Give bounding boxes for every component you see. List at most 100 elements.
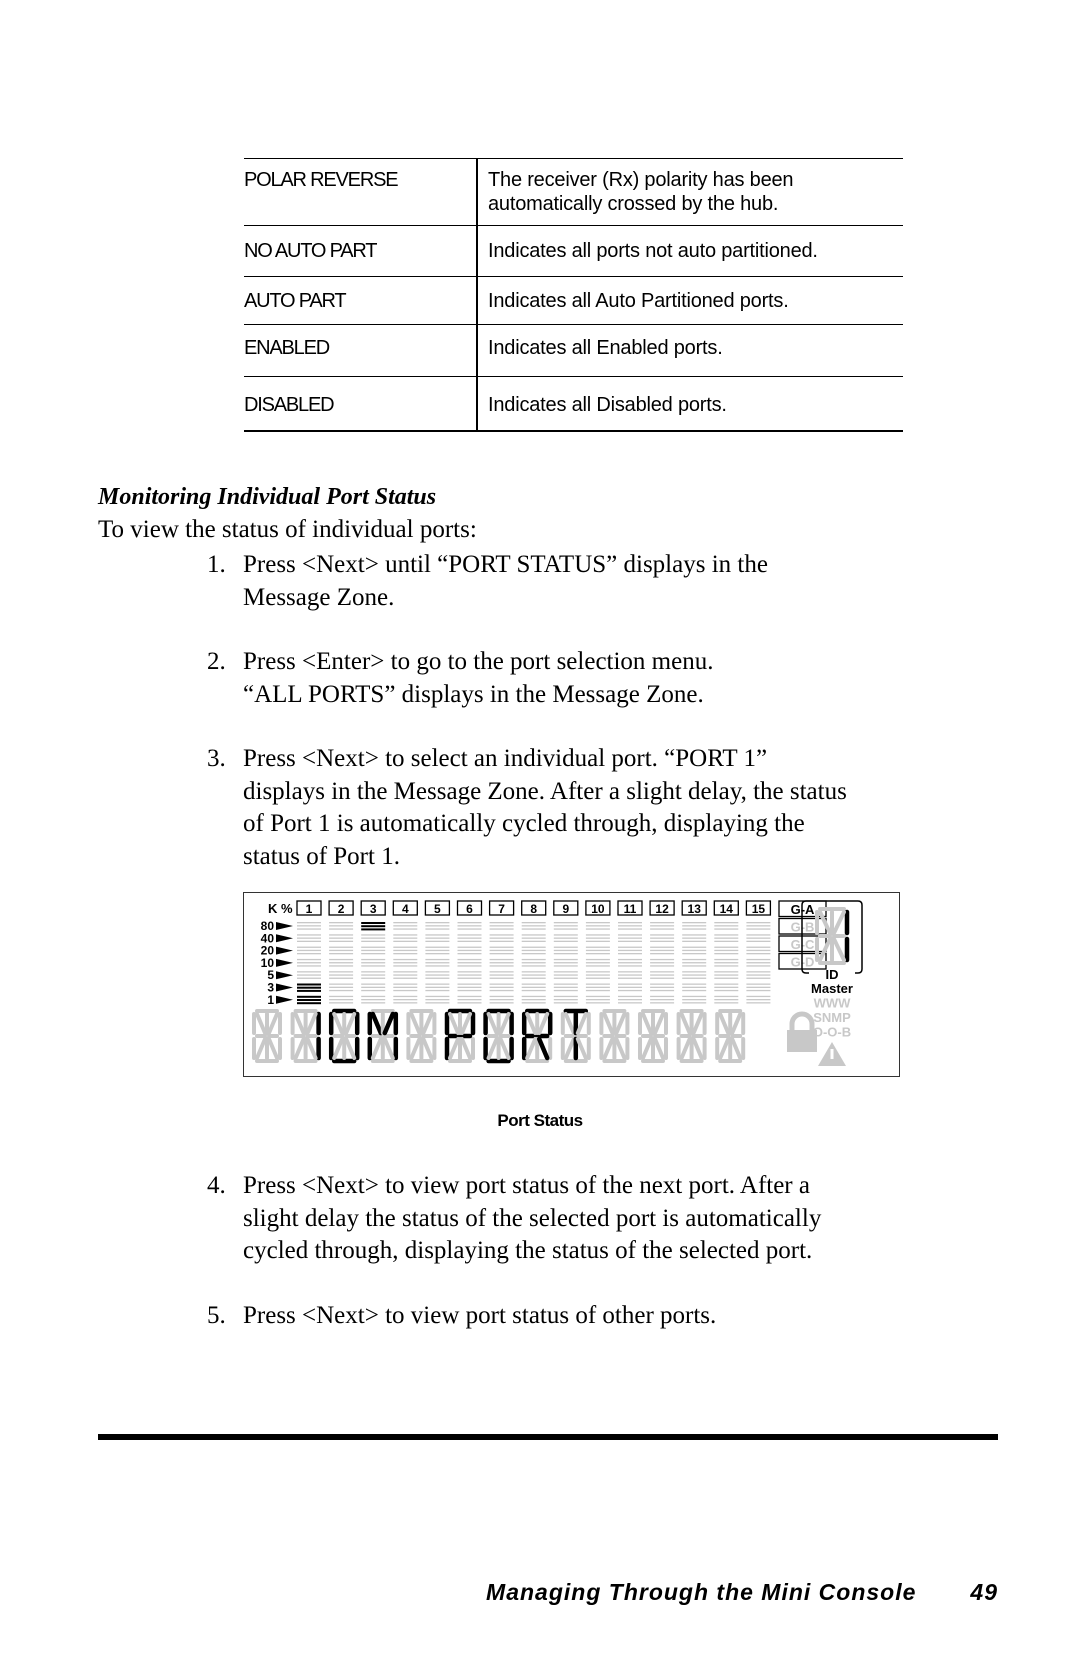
bar-segment-port-13-level-80	[682, 922, 707, 930]
bar-segment-port-1-level-1	[297, 995, 321, 1005]
group-label-G-C: G-C	[791, 937, 815, 952]
message-char-1	[290, 1009, 321, 1063]
bar-segment-port-6-level-20	[457, 946, 482, 955]
port-label-12: 12	[655, 902, 669, 916]
step-line: status of Port 1.	[243, 842, 400, 870]
bar-segment-port-4-level-80	[393, 922, 418, 930]
step-line: Press <Enter> to go to the port selectio…	[243, 648, 714, 675]
bar-segment-port-12-level-1	[650, 995, 675, 1004]
section-intro: To view the status of individual ports:	[98, 516, 477, 543]
bar-segment-port-8-level-10	[521, 958, 546, 967]
message-char-11	[676, 1009, 707, 1063]
warning-icon-mark	[830, 1049, 834, 1059]
port-label-1: 1	[306, 902, 313, 916]
bar-segment-port-8-level-5	[521, 971, 546, 979]
bar-segment-port-14-level-20	[714, 946, 739, 955]
bar-segment-port-5-level-3	[425, 983, 450, 992]
port-label-15: 15	[752, 902, 766, 916]
port-label-13: 13	[688, 902, 702, 916]
bar-segment-port-13-level-5	[682, 971, 707, 979]
port-label-10: 10	[591, 902, 605, 916]
bar-segment-port-9-level-1	[553, 995, 578, 1004]
bar-segment-port-2-level-40	[329, 934, 354, 942]
bar-segment-port-10-level-1	[585, 995, 610, 1004]
bar-segment-port-5-level-5	[425, 971, 450, 979]
port-label-8: 8	[530, 902, 537, 916]
bar-segment-port-11-level-3	[618, 983, 642, 992]
port-label-7: 7	[498, 902, 505, 916]
bar-segment-port-15-level-80	[746, 922, 771, 930]
port-label-4: 4	[402, 902, 409, 916]
step-text: Press <Next> to view port status of the …	[243, 1170, 923, 1268]
bar-segment-port-7-level-80	[489, 922, 514, 930]
step-number: 1.	[207, 551, 226, 578]
status-description: The receiver (Rx) polarity has been autom…	[476, 158, 903, 226]
page-number: 49	[970, 1579, 998, 1605]
step-line: Press <Next> to select an individual por…	[243, 745, 768, 772]
footer-title: Managing Through the Mini Console	[486, 1579, 917, 1605]
bar-segment-port-7-level-10	[489, 958, 514, 967]
bar-segment-port-15-level-1	[746, 995, 771, 1004]
message-char-4	[406, 1009, 437, 1063]
bar-segment-port-8-level-40	[521, 934, 546, 942]
bar-segment-port-3-level-1	[361, 995, 386, 1004]
bar-segment-port-10-level-5	[585, 971, 610, 979]
status-term: ENABLED	[244, 337, 330, 359]
bar-segment-port-12-level-5	[650, 971, 675, 979]
bar-segment-port-10-level-10	[585, 958, 610, 967]
bar-segment-port-9-level-20	[553, 946, 578, 955]
bar-segment-port-3-level-5	[361, 971, 386, 979]
step-number: 3.	[207, 745, 226, 772]
bar-segment-port-3-level-10	[361, 958, 386, 967]
id-label: ID	[826, 967, 839, 982]
step-text: Press <Enter> to go to the port selectio…	[243, 646, 923, 711]
step-number: 5.	[207, 1302, 226, 1329]
bar-segment-port-10-level-80	[585, 922, 610, 930]
bar-segment-port-6-level-5	[457, 971, 482, 979]
bar-segment-port-12-level-20	[650, 946, 675, 955]
port-label-6: 6	[466, 902, 473, 916]
lcd-graphic: K % 1 2 3 4 5 6 7 8 9 10 11 12 13 14 1580402010531G-AG-…	[252, 900, 863, 1066]
step-line: of Port 1 is automatically cycled throug…	[243, 810, 805, 837]
step-line: Message Zone.	[243, 583, 395, 611]
bar-segment-port-9-level-40	[553, 934, 578, 942]
bar-segment-port-7-level-3	[489, 983, 514, 992]
bar-segment-port-14-level-80	[714, 922, 739, 930]
message-char-8	[560, 1008, 591, 1063]
indicator-o-o-b: O-O-B	[813, 1025, 851, 1040]
step-line: Press <Next> to view port status of the …	[243, 1172, 810, 1199]
bar-segment-port-13-level-40	[682, 934, 707, 942]
message-char-12	[715, 1009, 746, 1063]
bar-segment-port-14-level-3	[714, 983, 739, 992]
footer-rule	[98, 1434, 998, 1440]
level-arrow-icon	[276, 934, 293, 943]
port-status-table: POLAR REVERSE The receiver (Rx) polarity…	[244, 158, 903, 432]
bar-segment-port-11-level-1	[618, 995, 642, 1004]
section-heading: Monitoring Individual Port Status	[98, 484, 437, 510]
table-row: POLAR REVERSE The receiver (Rx) polarity…	[244, 158, 903, 226]
port-label-5: 5	[434, 902, 441, 916]
indicator-master: Master	[811, 981, 853, 996]
page-footer: Managing Through the Mini Console 49	[486, 1579, 998, 1606]
bar-segment-port-3-level-3	[361, 983, 386, 992]
level-arrow-icon	[276, 922, 293, 930]
bar-segment-port-4-level-40	[393, 934, 418, 942]
bar-segment-port-10-level-3	[585, 983, 610, 992]
bar-segment-port-8-level-1	[521, 995, 546, 1004]
step-text: Press <Next> until “PORT STATUS” display…	[243, 549, 923, 614]
bar-segment-port-8-level-3	[521, 983, 546, 992]
port-label-11: 11	[624, 902, 637, 916]
bar-segment-port-4-level-20	[393, 946, 418, 955]
bar-segment-port-3-level-20	[361, 946, 386, 955]
bar-segment-port-2-level-80	[329, 922, 354, 930]
bar-segment-port-2-level-10	[329, 958, 354, 967]
bar-segment-port-11-level-20	[618, 946, 642, 955]
status-term: NO AUTO PART	[244, 240, 378, 262]
bar-segment-port-6-level-3	[457, 983, 482, 992]
table-row: AUTO PART Indicates all Auto Partitioned…	[244, 276, 903, 325]
description-line: The receiver (Rx) polarity has been	[488, 169, 794, 191]
status-description: Indicates all Enabled ports.	[476, 324, 903, 377]
bar-segment-port-1-level-80	[297, 922, 321, 930]
port-label-14: 14	[720, 902, 734, 916]
level-arrow-icon	[276, 995, 293, 1004]
